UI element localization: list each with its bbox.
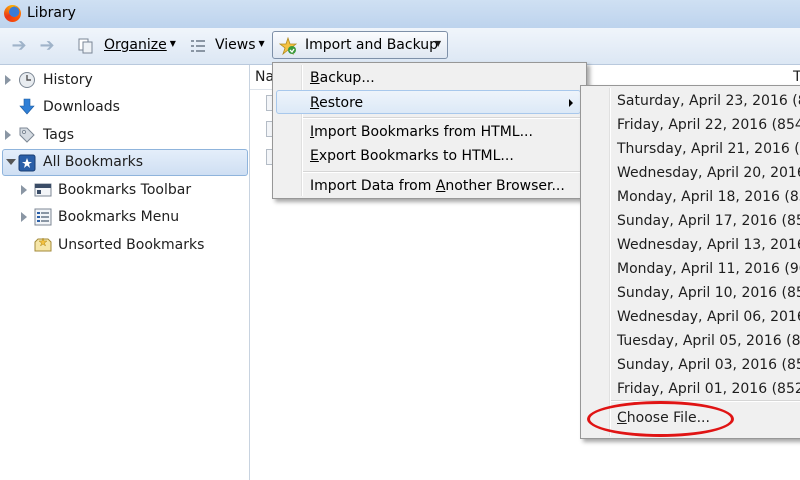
restore-backup-label: Sunday, April 03, 2016 (852: [617, 357, 800, 373]
views-icon: [191, 40, 205, 52]
tag-icon: [19, 127, 35, 143]
sidebar-item-label: Bookmarks Toolbar: [58, 182, 192, 198]
sidebar-item-label: Tags: [43, 127, 74, 143]
restore-backup-label: Sunday, April 10, 2016 (852: [617, 285, 800, 301]
import-and-backup-label: Import and Backup: [305, 37, 439, 53]
window-title: Library: [27, 5, 76, 21]
title-bar: Library: [0, 0, 800, 28]
restore-backup-item[interactable]: Wednesday, April 13, 2016 (: [581, 234, 800, 258]
menu-item-restore[interactable]: Restore: [276, 90, 581, 114]
restore-backup-item[interactable]: Monday, April 18, 2016 (854: [581, 186, 800, 210]
sidebar-item-downloads[interactable]: Downloads: [0, 95, 249, 119]
menu-separator: [303, 171, 581, 173]
sidebar-item-label: Unsorted Bookmarks: [58, 237, 205, 253]
sidebar-item-unsorted-bookmarks[interactable]: Unsorted Bookmarks: [0, 233, 249, 257]
import-star-icon: [279, 37, 297, 55]
forward-arrow-icon[interactable]: ➔: [38, 37, 56, 55]
views-button[interactable]: Views ▼: [215, 37, 265, 53]
expand-twisty-icon[interactable]: [5, 130, 11, 140]
restore-backup-item[interactable]: Thursday, April 21, 2016 (85: [581, 138, 800, 162]
restore-backup-label: Monday, April 18, 2016 (854: [617, 189, 800, 205]
restore-backup-item[interactable]: Sunday, April 03, 2016 (852: [581, 354, 800, 378]
sidebar-item-bookmarks-toolbar[interactable]: Bookmarks Toolbar: [0, 178, 249, 202]
expand-twisty-icon[interactable]: [21, 185, 27, 195]
restore-backup-label: Tuesday, April 05, 2016 (85: [617, 333, 800, 349]
restore-backup-label: Friday, April 01, 2016 (852 K: [617, 381, 800, 397]
download-arrow-icon: [19, 98, 35, 115]
chevron-down-icon: ▼: [435, 39, 442, 48]
restore-backup-label: Monday, April 11, 2016 (904: [617, 261, 800, 277]
menu-item-import-other-browser[interactable]: Import Data from Another Browser...: [276, 175, 581, 197]
views-label: Views: [215, 37, 256, 53]
sidebar-item-label: All Bookmarks: [43, 154, 144, 170]
sidebar-item-all-bookmarks[interactable]: All Bookmarks: [2, 149, 248, 176]
restore-backup-label: Saturday, April 23, 2016 (854: [617, 93, 800, 109]
menu-item-import-html[interactable]: Import Bookmarks from HTML...: [276, 121, 581, 143]
unsorted-folder-icon: [34, 237, 52, 252]
menu-item-backup[interactable]: Backup...: [276, 67, 581, 89]
sidebar-item-tags[interactable]: Tags: [0, 123, 249, 147]
restore-backup-label: Friday, April 22, 2016 (854 K: [617, 117, 800, 133]
restore-backup-label: Wednesday, April 20, 2016 (: [617, 165, 800, 181]
menu-separator: [611, 400, 800, 402]
menu-separator: [303, 117, 581, 119]
restore-backup-item[interactable]: Saturday, April 23, 2016 (854: [581, 90, 800, 114]
restore-submenu: Saturday, April 23, 2016 (854 Friday, Apr…: [580, 85, 800, 439]
bookmarks-icon: [18, 154, 36, 172]
restore-backup-label: Sunday, April 17, 2016 (852: [617, 213, 800, 229]
column-tags-header[interactable]: T: [793, 69, 800, 85]
restore-backup-item[interactable]: Monday, April 11, 2016 (904: [581, 258, 800, 282]
restore-backup-item[interactable]: Friday, April 01, 2016 (852 K: [581, 378, 800, 402]
restore-backup-item[interactable]: Tuesday, April 05, 2016 (85: [581, 330, 800, 354]
menu-folder-icon: [34, 208, 52, 226]
restore-backup-item[interactable]: Wednesday, April 06, 2016 (: [581, 306, 800, 330]
organize-icon: [78, 38, 93, 54]
sidebar: History Downloads Tags All Bookmarks Boo…: [0, 65, 250, 480]
organize-label: Organize: [104, 37, 167, 53]
menu-item-export-html[interactable]: Export Bookmarks to HTML...: [276, 145, 581, 167]
sidebar-item-history[interactable]: History: [0, 68, 249, 92]
sidebar-item-label: Downloads: [43, 99, 120, 115]
submenu-arrow-icon: [569, 99, 573, 107]
restore-backup-label: Wednesday, April 06, 2016 (: [617, 309, 800, 325]
toolbar-folder-icon: [34, 183, 52, 197]
firefox-logo-icon: [4, 5, 21, 22]
back-arrow-icon[interactable]: ➔: [10, 37, 28, 55]
sidebar-item-label: History: [43, 72, 93, 88]
restore-backup-label: Wednesday, April 13, 2016 (: [617, 237, 800, 253]
choose-file-menu-item[interactable]: Choose File...: [581, 407, 800, 431]
restore-backup-item[interactable]: Sunday, April 17, 2016 (852: [581, 210, 800, 234]
toolbar: ➔ ➔ Organize ▼ Views ▼ Import and Backup ▼: [0, 28, 800, 65]
restore-backup-item[interactable]: Sunday, April 10, 2016 (852: [581, 282, 800, 306]
sidebar-item-bookmarks-menu[interactable]: Bookmarks Menu: [0, 205, 249, 229]
expand-twisty-icon[interactable]: [5, 75, 11, 85]
restore-backup-label: Thursday, April 21, 2016 (85: [617, 141, 800, 157]
restore-backup-item[interactable]: Friday, April 22, 2016 (854 K: [581, 114, 800, 138]
import-backup-menu: Backup... Restore Import Bookmarks from …: [272, 62, 587, 199]
import-and-backup-button[interactable]: Import and Backup ▼: [272, 31, 448, 59]
clock-icon: [19, 72, 35, 88]
sidebar-item-label: Bookmarks Menu: [58, 209, 180, 225]
expand-twisty-icon[interactable]: [21, 212, 27, 222]
restore-backup-item[interactable]: Wednesday, April 20, 2016 (: [581, 162, 800, 186]
organize-button[interactable]: Organize ▼: [104, 37, 176, 53]
collapse-twisty-icon[interactable]: [6, 159, 16, 165]
